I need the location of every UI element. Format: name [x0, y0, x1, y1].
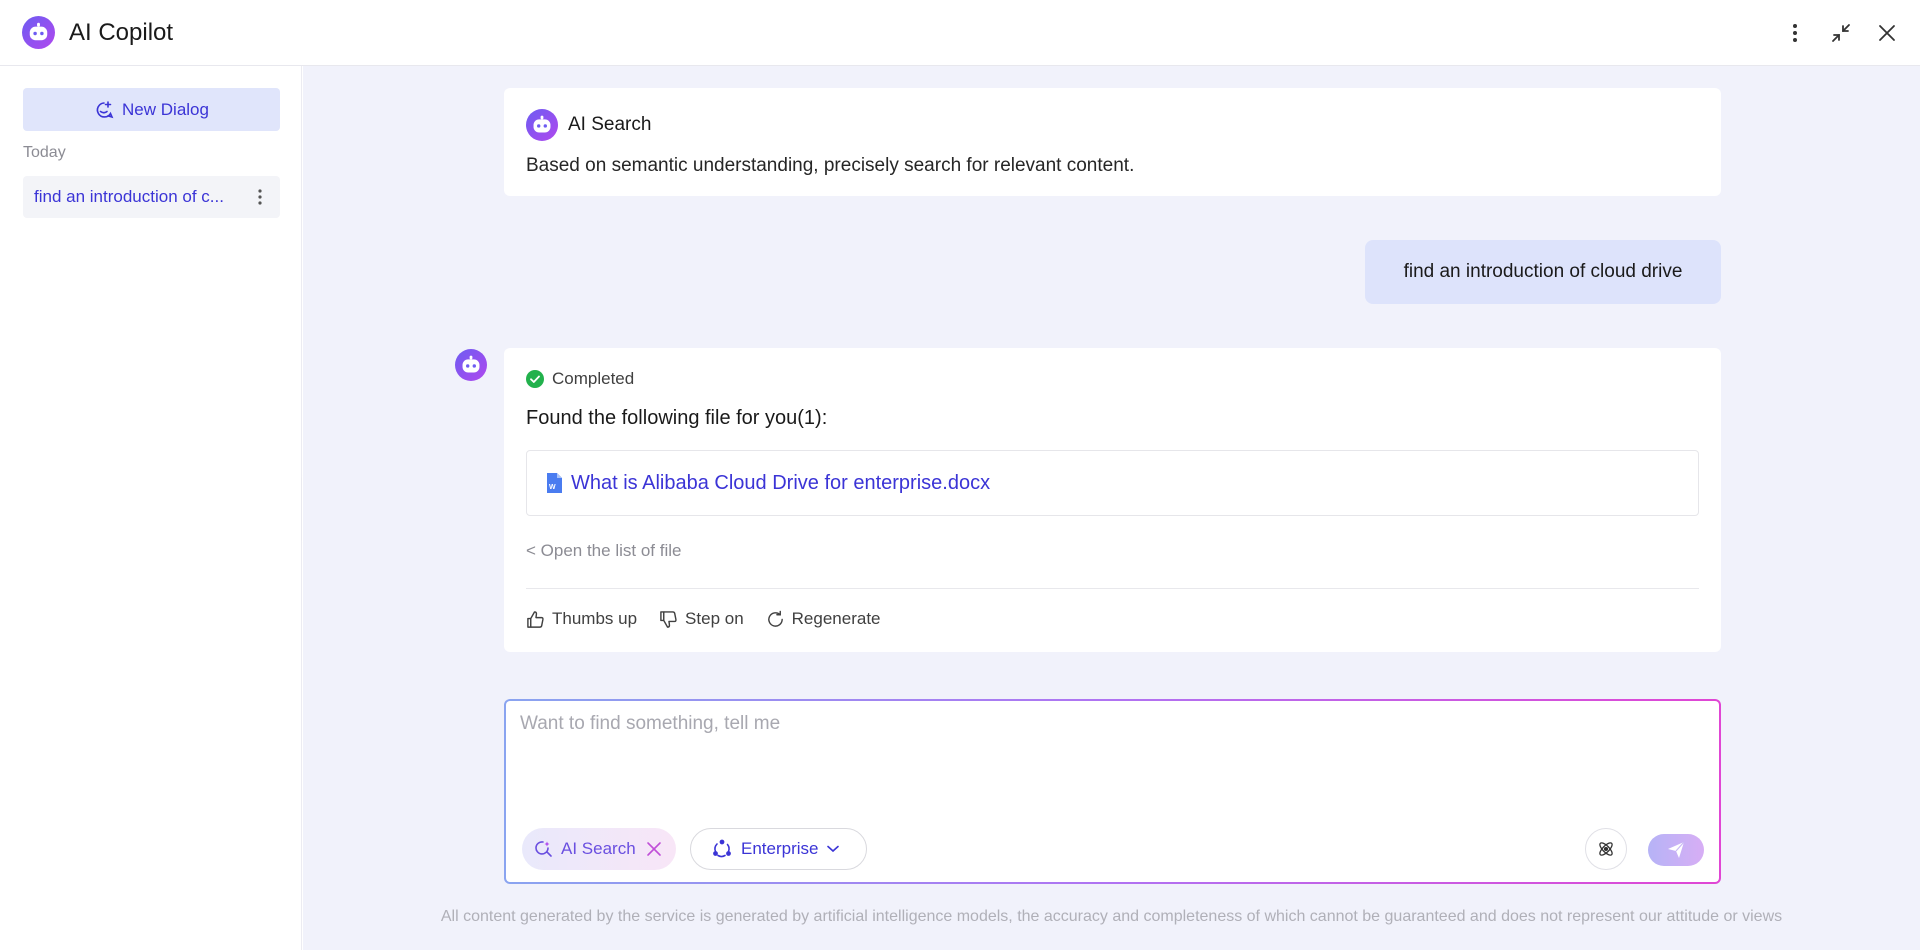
collapse-window-icon[interactable]: [1830, 22, 1852, 44]
step-on-button[interactable]: Step on: [659, 609, 744, 629]
new-dialog-label: New Dialog: [122, 99, 209, 119]
history-item-label: find an introduction of c...: [34, 187, 224, 206]
user-message: find an introduction of cloud drive: [1365, 240, 1721, 304]
atom-tool-button[interactable]: [1585, 828, 1627, 870]
thumbs-up-label: Thumbs up: [552, 609, 638, 628]
regenerate-label: Regenerate: [791, 609, 881, 628]
intro-title: AI Search: [568, 114, 652, 135]
more-vertical-icon[interactable]: [258, 188, 262, 206]
history-item[interactable]: find an introduction of c...: [23, 176, 280, 218]
divider: [526, 588, 1699, 589]
chat-main: AI Search Based on semantic understandin…: [303, 66, 1920, 950]
reply-text: Found the following file for you(1):: [526, 407, 828, 429]
robot-icon: [22, 16, 55, 49]
thumbs-up-button[interactable]: Thumbs up: [526, 609, 637, 629]
atom-icon: [1599, 842, 1613, 856]
sidebar: New Dialog Today find an introduction of…: [0, 66, 302, 950]
regenerate-button[interactable]: Regenerate: [766, 609, 881, 629]
app-title: AI Copilot: [69, 18, 174, 46]
ai-search-chip-label: AI Search: [561, 839, 636, 858]
title-bar: AI Copilot: [0, 0, 1920, 66]
open-file-list-link[interactable]: < Open the list of file: [526, 541, 681, 561]
file-result[interactable]: W What is Alibaba Cloud Drive for enterp…: [526, 450, 1699, 516]
svg-text:W: W: [549, 484, 556, 491]
more-vertical-icon[interactable]: [1784, 22, 1806, 44]
feedback-bar: Thumbs up Step on Regenerate: [526, 609, 881, 629]
step-on-label: Step on: [685, 609, 744, 628]
scope-selector[interactable]: Enterprise: [690, 828, 867, 870]
new-dialog-button[interactable]: New Dialog: [23, 88, 280, 131]
search-sparkle-icon: [535, 841, 552, 857]
new-chat-icon: [96, 100, 114, 118]
scope-selector-label: Enterprise: [741, 839, 819, 858]
robot-icon: [455, 349, 487, 381]
close-icon[interactable]: [646, 841, 662, 857]
message-composer: AI Search Enterprise: [504, 699, 1721, 884]
intro-description: Based on semantic understanding, precise…: [526, 155, 1135, 176]
enterprise-scope-icon: [713, 839, 731, 858]
history-group-label: Today: [23, 144, 66, 161]
thumbs-down-icon: [660, 610, 677, 628]
intro-card: AI Search Based on semantic understandin…: [504, 88, 1721, 196]
refresh-icon: [767, 610, 783, 627]
chevron-down-icon: [827, 845, 840, 853]
check-circle-icon: [526, 370, 544, 388]
file-name-link[interactable]: What is Alibaba Cloud Drive for enterpri…: [571, 472, 990, 495]
window-actions: [1784, 0, 1898, 66]
word-file-icon: W: [547, 473, 562, 493]
close-icon[interactable]: [1876, 22, 1898, 44]
ai-disclaimer: All content generated by the service is …: [440, 908, 1783, 925]
assistant-reply-card: Completed Found the following file for y…: [504, 348, 1721, 652]
robot-icon: [526, 109, 558, 141]
message-input[interactable]: [520, 713, 1700, 813]
send-button[interactable]: [1648, 834, 1704, 866]
status-badge: Completed: [526, 369, 634, 389]
thumbs-up-icon: [527, 610, 544, 628]
status-text: Completed: [552, 369, 635, 388]
send-icon: [1668, 841, 1685, 858]
ai-search-mode-chip[interactable]: AI Search: [522, 828, 676, 870]
